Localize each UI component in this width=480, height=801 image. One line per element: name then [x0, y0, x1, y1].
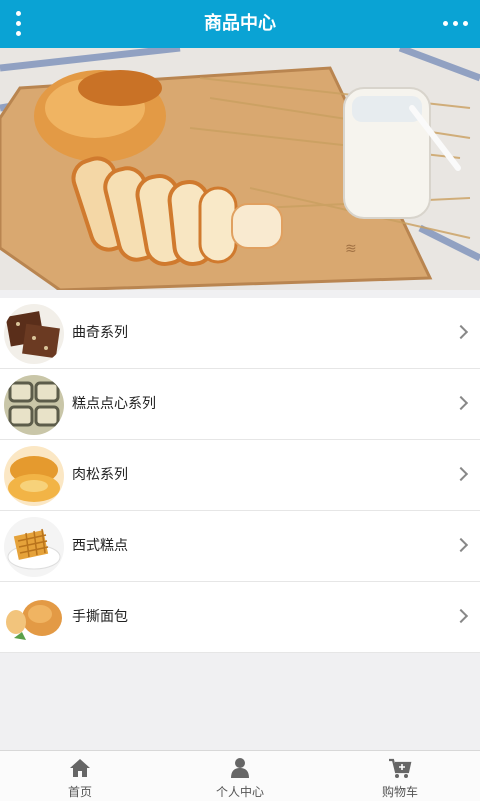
chevron-right-icon — [453, 466, 469, 482]
tab-home[interactable]: 首页 — [0, 751, 160, 801]
chevron-right-icon — [453, 537, 469, 553]
category-label: 糕点点心系列 — [72, 396, 156, 412]
pastry-thumbnail — [4, 375, 64, 435]
svg-text:≋: ≋ — [345, 241, 357, 257]
chevron-right-icon — [453, 608, 469, 624]
bread-thumbnail — [4, 588, 64, 648]
bottom-nav: 首页 个人中心 购物车 — [0, 750, 480, 801]
top-bar: 商品中心 — [0, 0, 480, 48]
chevron-right-icon — [453, 324, 469, 340]
tab-label: 首页 — [67, 785, 92, 799]
banner-image[interactable]: ≋ — [0, 48, 480, 290]
tab-label: 购物车 — [381, 785, 418, 799]
cart-icon — [389, 758, 412, 778]
tab-label: 个人中心 — [215, 785, 264, 799]
list-item-hand-torn-bread[interactable]: 手撕面包 — [0, 582, 480, 653]
category-list: 曲奇系列 糕点点心系列 肉松系列 西式糕点 手撕面包 — [0, 298, 480, 653]
category-label: 曲奇系列 — [72, 325, 128, 341]
tab-cart[interactable]: 购物车 — [320, 751, 480, 801]
category-label: 手撕面包 — [72, 609, 128, 625]
home-icon — [70, 759, 90, 777]
page-title: 商品中心 — [204, 13, 276, 34]
list-item-pastry-snack-series[interactable]: 糕点点心系列 — [0, 369, 480, 440]
list-item-cookie-series[interactable]: 曲奇系列 — [0, 298, 480, 369]
category-label: 西式糕点 — [72, 538, 128, 554]
cookie-thumbnail — [4, 304, 64, 364]
meat-floss-thumbnail — [4, 446, 64, 506]
list-item-meat-floss-series[interactable]: 肉松系列 — [0, 440, 480, 511]
bread-banner-picture: ≋ — [0, 48, 480, 290]
user-icon — [231, 758, 249, 778]
more-dots-icon[interactable] — [442, 16, 470, 32]
list-item-western-pastry[interactable]: 西式糕点 — [0, 511, 480, 582]
chevron-right-icon — [453, 395, 469, 411]
tab-personal-center[interactable]: 个人中心 — [160, 751, 320, 801]
waffle-thumbnail — [4, 517, 64, 577]
category-label: 肉松系列 — [72, 467, 128, 483]
